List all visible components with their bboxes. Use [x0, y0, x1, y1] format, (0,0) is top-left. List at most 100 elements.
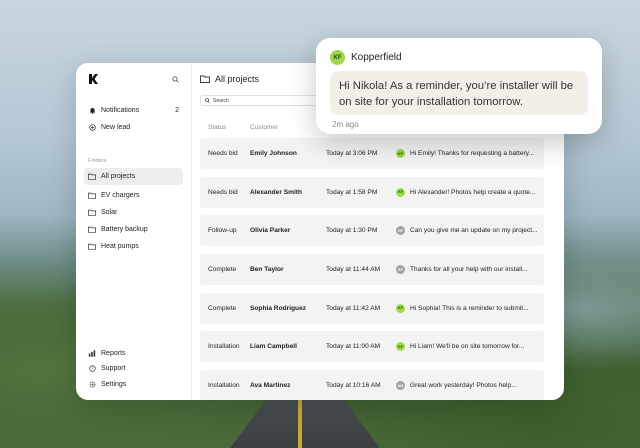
- help-icon: ?: [88, 365, 96, 373]
- sender-name: Kopperfield: [351, 52, 402, 63]
- row-status: Complete: [208, 266, 237, 274]
- message-text: Great work yesterday! Photos help...: [410, 382, 517, 390]
- notification-timestamp: 2m ago: [332, 120, 359, 129]
- sidebar-item-support[interactable]: ? Support: [84, 361, 183, 377]
- settings-label: Settings: [101, 380, 127, 388]
- row-message-preview: KF Hi Emily! Thanks for requesting a bat…: [396, 149, 544, 158]
- folder-label: All projects: [101, 173, 136, 180]
- message-text: Can you give me an update on my project.…: [410, 227, 538, 235]
- table-row[interactable]: Needs bid Alexander Smith Today at 1:58 …: [200, 176, 544, 208]
- projects-table: Needs bid Emily Johnson Today at 3:06 PM…: [200, 138, 556, 400]
- search-placeholder: Search: [213, 97, 229, 104]
- message-text: Hi Liam! We'll be on site tomorrow for..…: [410, 343, 525, 351]
- row-time: Today at 10:16 AM: [326, 382, 381, 390]
- row-time: Today at 11:44 AM: [326, 266, 381, 274]
- message-notification-card[interactable]: KF Kopperfield Hi Nikola! As a reminder,…: [316, 38, 602, 134]
- message-text: Hi Sophia! This is a reminder to submit.…: [410, 304, 529, 312]
- sidebar-item-settings[interactable]: Settings: [84, 377, 183, 393]
- folder-icon: [88, 173, 96, 181]
- search-icon[interactable]: [172, 75, 179, 83]
- sidebar-item-ev-chargers[interactable]: EV chargers: [84, 187, 183, 204]
- sidebar-item-all-projects[interactable]: All projects: [84, 168, 183, 185]
- notifications-label: Notifications: [101, 107, 140, 114]
- row-message-preview: BT Thanks for all your help with our ins…: [396, 265, 544, 275]
- row-message-preview: KF Hi Sophia! This is a reminder to subm…: [396, 303, 544, 313]
- sender-avatar: KF: [396, 303, 405, 313]
- table-row[interactable]: Installation Ava Martinez Today at 10:16…: [200, 370, 544, 400]
- sidebar-item-solar[interactable]: Solar: [84, 204, 183, 221]
- row-customer: Olivia Parker: [250, 227, 291, 235]
- page-title: All projects: [215, 74, 260, 84]
- table-row[interactable]: Complete Ben Taylor Today at 11:44 AM BT…: [200, 254, 544, 286]
- row-customer: Ben Taylor: [250, 266, 284, 274]
- search-input[interactable]: Search: [200, 95, 318, 106]
- notification-message: Hi Nikola! As a reminder, you’re install…: [330, 71, 588, 115]
- sidebar-bottom-nav: Reports ? Support Settings: [84, 346, 183, 393]
- table-row[interactable]: Installation Liam Campbell Today at 11:0…: [200, 331, 544, 363]
- support-label: Support: [101, 365, 126, 373]
- sidebar-item-reports[interactable]: Reports: [84, 346, 183, 362]
- row-message-preview: AM Great work yesterday! Photos help...: [396, 381, 544, 391]
- row-time: Today at 11:42 AM: [326, 304, 381, 312]
- row-status: Follow-up: [208, 227, 237, 235]
- notification-header: KF Kopperfield: [330, 50, 588, 65]
- sender-avatar: OP: [396, 226, 405, 236]
- sidebar-item-new-lead[interactable]: New lead: [84, 119, 183, 136]
- folders-heading: Folders: [88, 158, 107, 164]
- message-text: Hi Alexander! Photos help create a quote…: [410, 188, 536, 196]
- column-customer[interactable]: Customer: [250, 124, 326, 131]
- row-status: Needs bid: [208, 188, 238, 196]
- message-text: Thanks for all your help with our instal…: [410, 266, 528, 274]
- kopperfield-logo-icon[interactable]: [88, 74, 98, 84]
- table-row[interactable]: Needs bid Emily Johnson Today at 3:06 PM…: [200, 138, 544, 169]
- sender-avatar: KF: [396, 342, 405, 352]
- row-customer: Alexander Smith: [250, 188, 303, 196]
- row-time: Today at 11:00 AM: [326, 343, 381, 351]
- folder-label: Battery backup: [101, 226, 148, 233]
- row-time: Today at 3:06 PM: [326, 150, 378, 157]
- folder-icon: [200, 75, 210, 83]
- search-icon: [205, 98, 210, 103]
- reports-label: Reports: [101, 349, 126, 357]
- svg-text:?: ?: [91, 366, 93, 371]
- row-status: Installation: [208, 382, 240, 390]
- folder-icon: [88, 192, 96, 200]
- row-customer: Liam Campbell: [250, 343, 297, 351]
- folder-icon: [88, 209, 96, 217]
- bell-icon: [88, 107, 96, 115]
- plus-circle-icon: [88, 124, 96, 132]
- table-row[interactable]: Complete Sophia Rodriguez Today at 11:42…: [200, 292, 544, 324]
- sender-avatar: KF: [396, 149, 405, 158]
- row-time: Today at 1:58 PM: [326, 188, 378, 196]
- sidebar-item-battery-backup[interactable]: Battery backup: [84, 221, 183, 238]
- row-status: Installation: [208, 343, 240, 351]
- folder-label: Solar: [101, 209, 118, 216]
- row-customer: Ava Martinez: [250, 382, 291, 390]
- folder-icon: [88, 243, 96, 251]
- column-status[interactable]: Status: [208, 124, 250, 131]
- sender-avatar: BT: [396, 265, 405, 275]
- folder-icon: [88, 226, 96, 234]
- new-lead-label: New lead: [101, 124, 131, 131]
- sidebar: Notifications 2 New lead Folders All pro…: [76, 63, 192, 400]
- row-customer: Sophia Rodriguez: [250, 304, 307, 312]
- row-time: Today at 1:30 PM: [326, 227, 378, 235]
- bar-chart-icon: [88, 349, 96, 357]
- sidebar-item-notifications[interactable]: Notifications 2: [84, 102, 183, 119]
- sender-avatar: KF: [330, 50, 345, 65]
- row-customer: Emily Johnson: [250, 150, 297, 157]
- table-row[interactable]: Follow-up Olivia Parker Today at 1:30 PM…: [200, 215, 544, 247]
- sender-avatar: AM: [396, 381, 405, 391]
- sender-avatar: KF: [396, 187, 405, 197]
- message-text: Hi Emily! Thanks for requesting a batter…: [410, 150, 534, 157]
- row-message-preview: KF Hi Liam! We'll be on site tomorrow fo…: [396, 342, 544, 352]
- row-status: Needs bid: [208, 150, 238, 157]
- folders-list: All projects EV chargers Solar Battery b…: [84, 168, 183, 255]
- row-message-preview: KF Hi Alexander! Photos help create a qu…: [396, 187, 544, 197]
- sidebar-item-heat-pumps[interactable]: Heat pumps: [84, 238, 183, 255]
- gear-icon: [88, 380, 96, 388]
- row-status: Complete: [208, 304, 237, 312]
- notifications-count: 2: [175, 107, 179, 114]
- row-message-preview: OP Can you give me an update on my proje…: [396, 226, 544, 236]
- folder-label: EV chargers: [101, 192, 140, 199]
